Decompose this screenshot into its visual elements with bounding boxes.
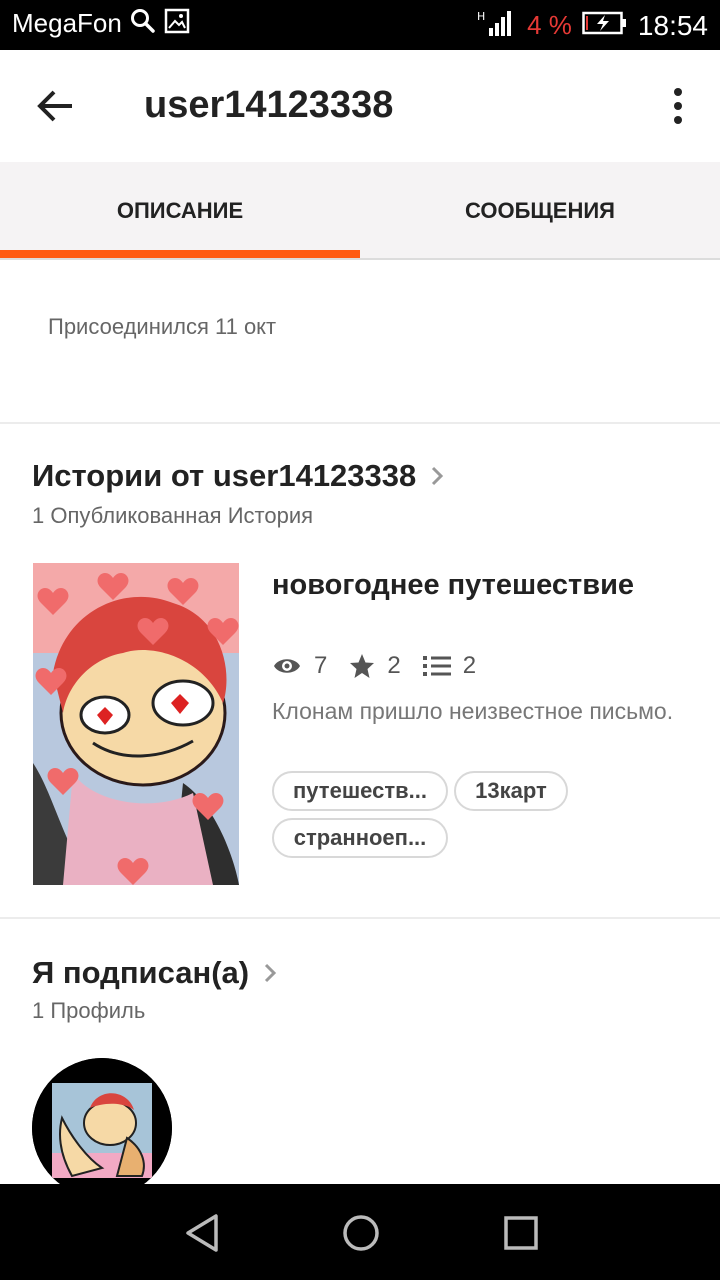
- tab-description[interactable]: ОПИСАНИЕ: [0, 162, 360, 260]
- navigation-bar: [0, 1184, 720, 1280]
- parts-stat: 2: [422, 652, 477, 680]
- views-stat: 7: [272, 652, 327, 680]
- battery-charging-icon: [582, 10, 628, 41]
- list-icon: [422, 656, 451, 676]
- chevron-right-icon: [265, 963, 277, 983]
- following-section-title: Я подписан(а): [32, 955, 250, 990]
- avatar[interactable]: [32, 1058, 172, 1198]
- stories-section-title: Истории от user14123338: [32, 458, 417, 493]
- nav-recents-icon[interactable]: [500, 1212, 542, 1254]
- stories-count: 1 Опубликованная История: [32, 503, 314, 528]
- page-title: user14123338: [144, 84, 394, 126]
- chevron-right-icon: [432, 466, 444, 486]
- tab-bar: ОПИСАНИЕ СООБЩЕНИЯ: [0, 162, 720, 260]
- divider: [0, 422, 720, 424]
- eye-icon: [274, 659, 300, 673]
- story-tag[interactable]: странноеп...: [272, 818, 448, 858]
- story-title[interactable]: новогоднее путешествие: [272, 566, 692, 604]
- arrow-back-icon[interactable]: [34, 86, 78, 126]
- stories-section-header[interactable]: Истории от user14123338: [32, 458, 444, 494]
- search-icon: [130, 8, 156, 39]
- app-bar: user14123338: [0, 50, 720, 162]
- story-description: Клонам пришло неизвестное письмо.: [272, 698, 674, 724]
- svg-text:H: H: [477, 10, 485, 23]
- following-section-header[interactable]: Я подписан(а): [32, 955, 277, 991]
- parts-count: 2: [462, 652, 477, 679]
- active-tab-indicator: [0, 250, 360, 258]
- nav-home-icon[interactable]: [340, 1212, 382, 1254]
- more-vert-icon[interactable]: [666, 86, 690, 126]
- story-tag[interactable]: 13карт: [454, 771, 568, 811]
- story-stats: 7 2 2: [272, 652, 498, 680]
- views-count: 7: [314, 652, 328, 679]
- carrier-name: MegaFon: [12, 8, 122, 38]
- votes-stat: 2: [349, 652, 401, 680]
- star-icon: [350, 654, 375, 678]
- divider: [0, 917, 720, 919]
- tab-messages[interactable]: СООБЩЕНИЯ: [360, 162, 720, 260]
- votes-count: 2: [387, 652, 401, 679]
- story-tag[interactable]: путешеств...: [272, 771, 448, 811]
- signal-icon: H: [477, 8, 517, 43]
- following-count: 1 Профиль: [32, 998, 146, 1023]
- nav-back-icon[interactable]: [182, 1212, 224, 1254]
- clock: 18:54: [637, 9, 708, 41]
- image-icon: [164, 8, 190, 39]
- joined-date: Присоединился 11 окт: [48, 314, 277, 339]
- story-cover-image[interactable]: [33, 563, 239, 885]
- battery-percent: 4 %: [527, 10, 572, 40]
- status-bar: MegaFon H 4 % 18:54: [0, 0, 720, 50]
